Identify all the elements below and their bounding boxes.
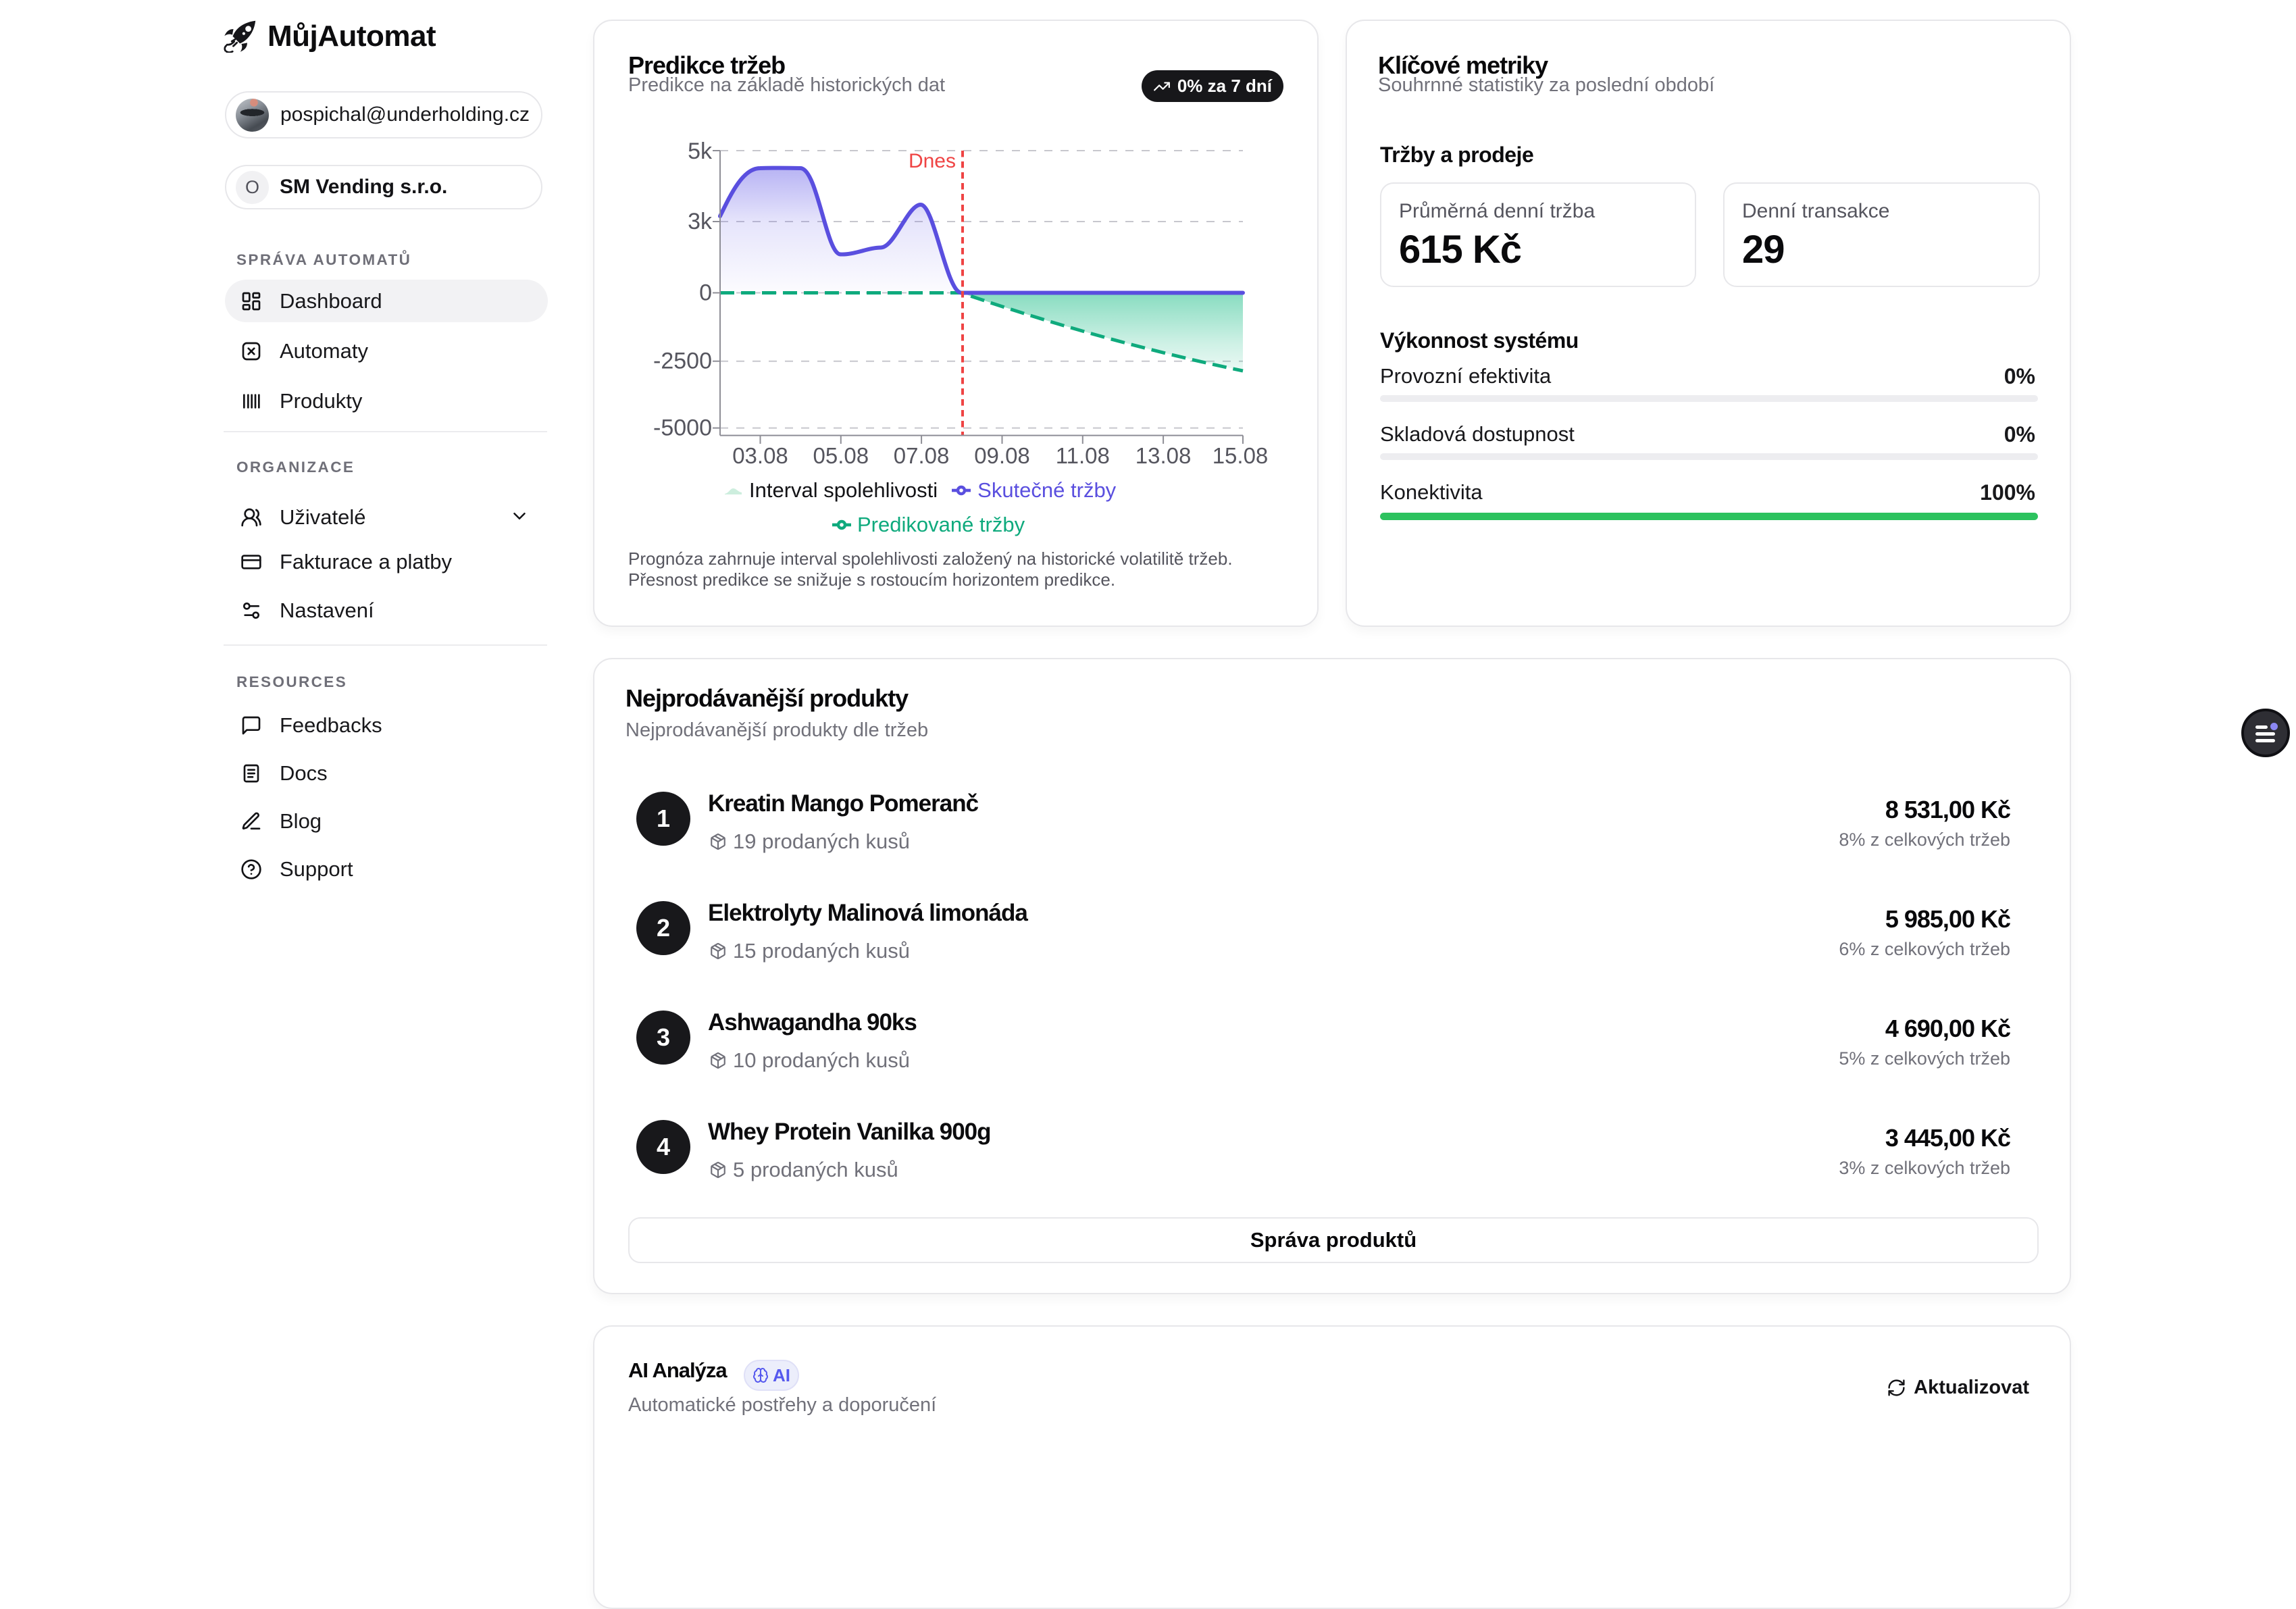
svg-text:13.08: 13.08 (1136, 443, 1192, 468)
svg-text:-5000: -5000 (653, 415, 712, 441)
svg-text:Dnes: Dnes (909, 150, 956, 172)
svg-text:-2500: -2500 (653, 349, 712, 374)
svg-text:07.08: 07.08 (894, 443, 950, 468)
svg-text:03.08: 03.08 (732, 443, 788, 468)
svg-text:09.08: 09.08 (974, 443, 1030, 468)
svg-text:5k: 5k (688, 138, 713, 164)
svg-text:0: 0 (699, 280, 712, 306)
svg-text:15.08: 15.08 (1213, 443, 1269, 468)
svg-text:3k: 3k (688, 209, 713, 234)
svg-text:11.08: 11.08 (1056, 443, 1110, 468)
svg-text:05.08: 05.08 (813, 443, 869, 468)
